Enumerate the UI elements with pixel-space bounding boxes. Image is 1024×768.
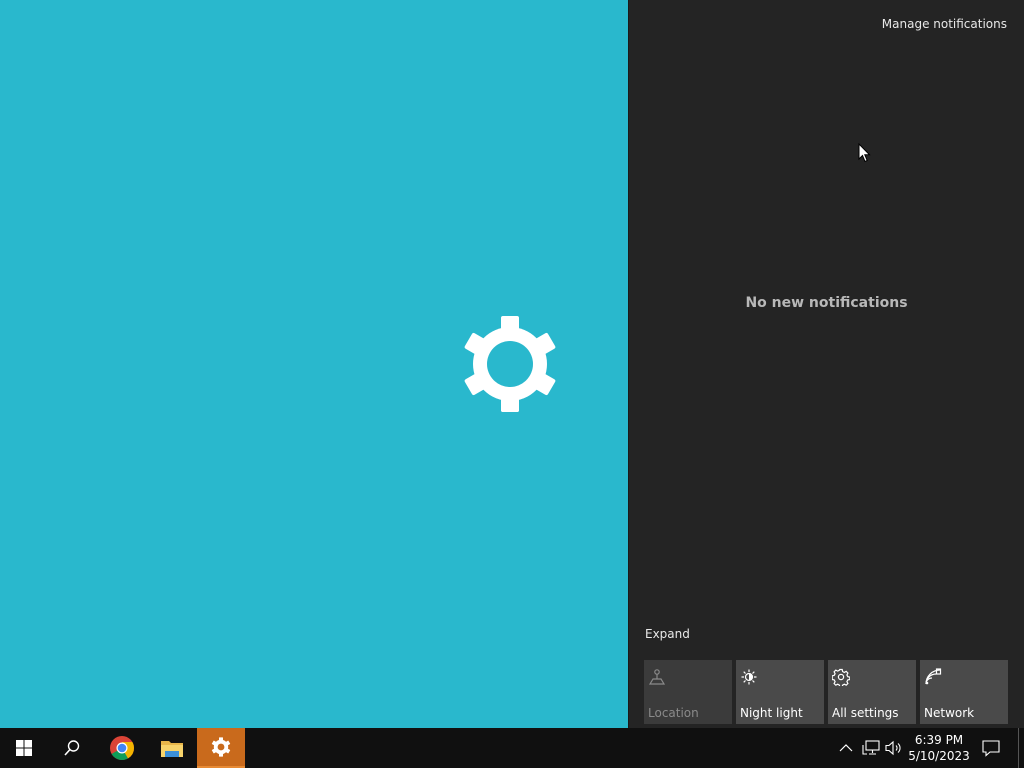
taskbar-clock[interactable]: 6:39 PM 5/10/2023 [904, 728, 974, 768]
search-button[interactable] [48, 728, 96, 768]
quick-action-location[interactable]: Location [644, 660, 732, 724]
chevron-up-icon [839, 744, 853, 752]
location-icon [648, 669, 666, 685]
volume-icon [885, 740, 901, 756]
start-button[interactable] [0, 728, 48, 768]
quick-action-all-settings[interactable]: All settings [828, 660, 916, 724]
mouse-cursor-icon [858, 143, 871, 163]
folder-icon [161, 741, 183, 757]
clock-time: 6:39 PM [914, 733, 964, 747]
quick-action-label: Network [924, 706, 975, 720]
quick-actions: Location Night light All settings Networ… [644, 660, 1008, 724]
screen: Manage notifications No new notification… [0, 0, 1024, 768]
settings-splash [0, 0, 628, 728]
show-hidden-icons-button[interactable] [836, 738, 856, 758]
empty-notifications-message: No new notifications [745, 295, 908, 311]
manage-notifications-link[interactable]: Manage notifications [882, 17, 1007, 31]
gear-icon [464, 316, 556, 412]
taskbar: 6:39 PM 5/10/2023 [0, 728, 1024, 768]
quick-action-label: Night light [740, 706, 803, 720]
quick-action-network[interactable]: Network [920, 660, 1008, 724]
action-center: Manage notifications No new notification… [628, 0, 1024, 728]
gear-icon [211, 737, 231, 757]
volume-tray-button[interactable] [884, 738, 904, 758]
file-explorer-taskbar-button[interactable] [148, 728, 196, 768]
chrome-icon [110, 736, 134, 761]
gear-icon [832, 668, 850, 686]
night-light-icon [741, 669, 757, 685]
settings-taskbar-button[interactable] [197, 728, 245, 768]
chrome-taskbar-button[interactable] [98, 728, 146, 768]
network-icon [862, 740, 880, 755]
quick-action-label: Location [648, 706, 699, 720]
search-icon [64, 740, 80, 756]
expand-link[interactable]: Expand [645, 627, 690, 641]
notification-icon [982, 740, 1000, 757]
quick-action-label: All settings [832, 706, 899, 720]
action-center-button[interactable] [981, 738, 1001, 758]
network-icon [925, 668, 942, 685]
clock-date: 5/10/2023 [908, 749, 970, 763]
windows-icon [16, 740, 32, 756]
show-desktop-button[interactable] [1018, 728, 1024, 768]
quick-action-night-light[interactable]: Night light [736, 660, 824, 724]
network-tray-button[interactable] [861, 738, 881, 758]
